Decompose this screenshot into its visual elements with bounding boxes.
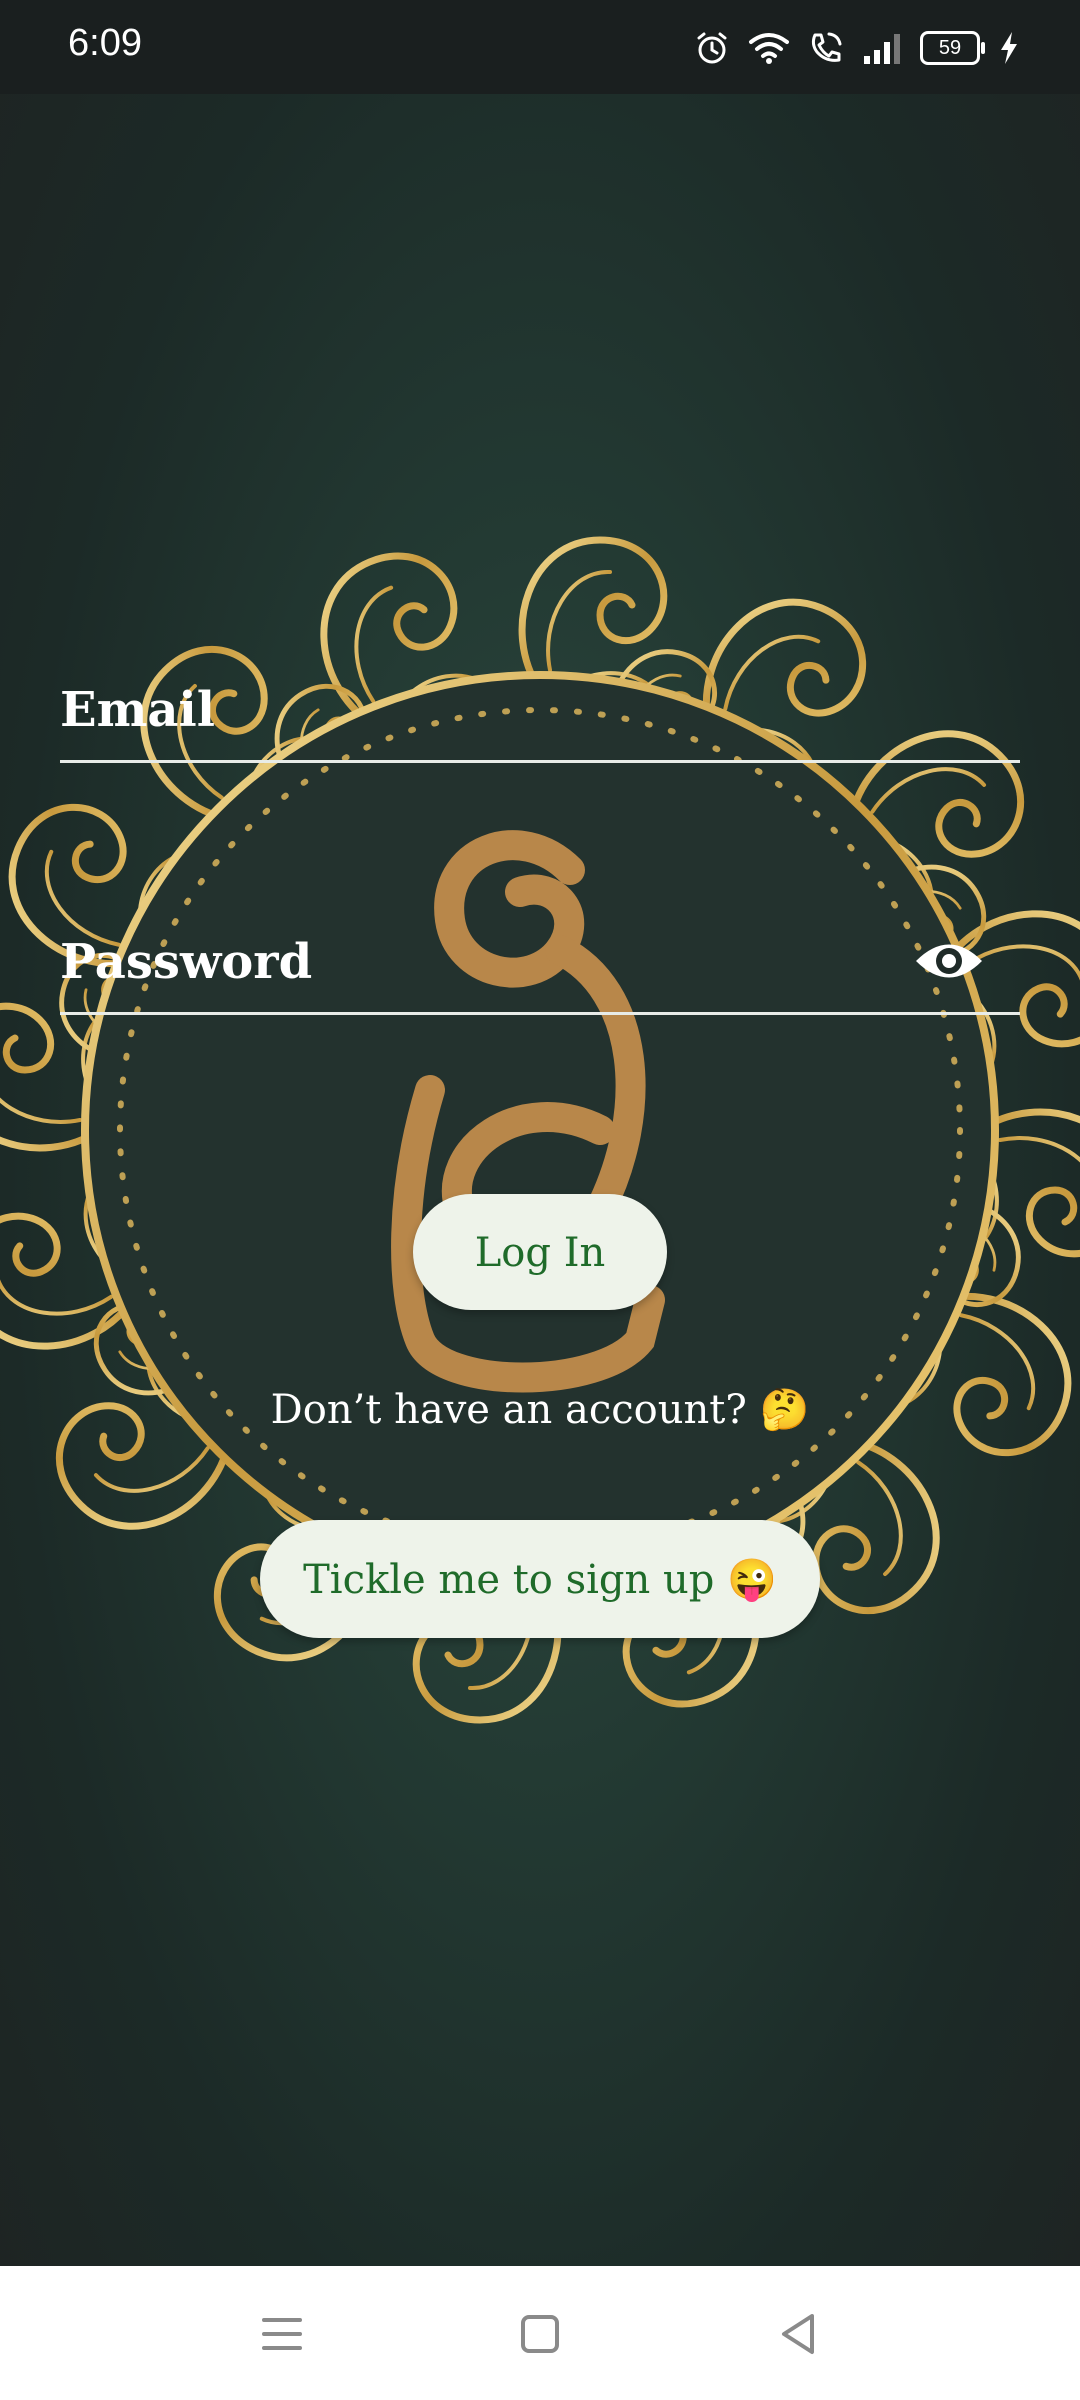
battery-icon: 59 [920, 31, 985, 65]
password-input[interactable] [60, 912, 920, 1012]
password-field[interactable] [60, 912, 1020, 1015]
wifi-calling-icon [811, 32, 842, 62]
login-button[interactable]: Log In [413, 1194, 667, 1310]
alarm-icon [697, 32, 727, 64]
menu-icon[interactable] [250, 2302, 314, 2366]
no-account-text: Don’t have an account? 🤔 [270, 1387, 810, 1433]
signup-button[interactable]: Tickle me to sign up 😜 [260, 1520, 820, 1638]
email-input[interactable] [60, 660, 920, 760]
signal-icon [864, 34, 900, 64]
charging-icon [1001, 32, 1017, 64]
status-time: 6:09 [68, 22, 142, 64]
status-bar: 6:09 59 [0, 0, 1080, 94]
login-screen: 6:09 59 Email Log In Don’t have an accou… [0, 0, 1080, 2400]
eye-icon[interactable] [914, 938, 984, 984]
email-field[interactable] [60, 660, 1020, 763]
navigation-bar [0, 2266, 1080, 2400]
home-icon[interactable] [508, 2302, 572, 2366]
wifi-icon [749, 33, 789, 64]
back-icon[interactable] [766, 2302, 830, 2366]
status-icons: 59 [694, 26, 1020, 70]
